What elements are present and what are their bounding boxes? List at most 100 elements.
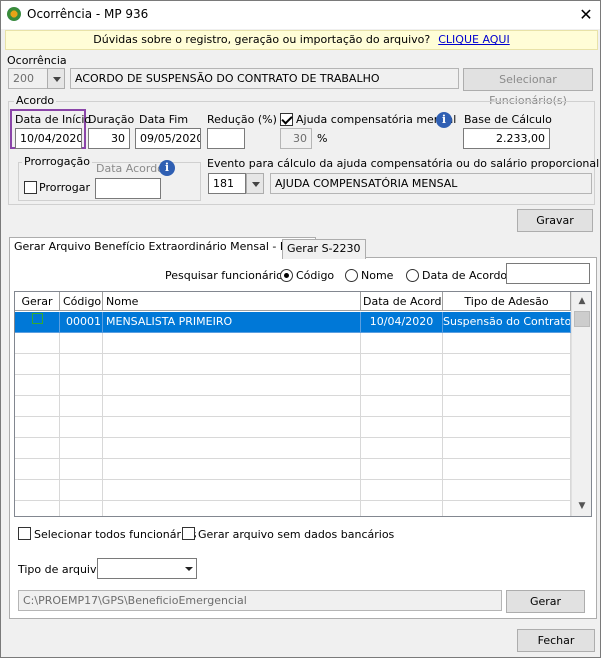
tab-s2230[interactable]: Gerar S-2230 xyxy=(282,239,366,259)
table-cell-empty xyxy=(15,375,60,396)
table-row-empty[interactable] xyxy=(15,375,571,396)
data-fim-label: Data Fim xyxy=(139,113,189,126)
table-cell-empty xyxy=(443,396,571,417)
search-by-name-radio[interactable] xyxy=(345,269,358,282)
data-inicio-label: Data de Início xyxy=(15,113,92,126)
table-row-empty[interactable] xyxy=(15,459,571,480)
gerar-button[interactable]: Gerar xyxy=(506,590,585,613)
table-cell-empty xyxy=(103,459,361,480)
table-row-empty[interactable] xyxy=(15,354,571,375)
ocorrencia-dropdown-button[interactable] xyxy=(47,68,65,89)
table-row[interactable]: 00001 MENSALISTA PRIMEIRO 10/04/2020 Sus… xyxy=(15,312,571,333)
search-by-date-radio[interactable] xyxy=(406,269,419,282)
table-cell-empty xyxy=(443,354,571,375)
table-row-empty[interactable] xyxy=(15,480,571,501)
ajuda-compensatoria-checkbox[interactable] xyxy=(280,113,293,126)
row-gerar-checkbox[interactable] xyxy=(32,313,43,324)
table-cell-empty xyxy=(361,375,443,396)
title-bar: Ocorrência - MP 936 ✕ xyxy=(1,1,600,29)
table-cell-empty xyxy=(443,501,571,516)
row-gerar-cell[interactable] xyxy=(15,312,60,333)
column-header-data-acordo[interactable]: Data de Acordo xyxy=(361,292,443,311)
table-vertical-scrollbar[interactable]: ▲ ▼ xyxy=(571,292,591,516)
table-cell-empty xyxy=(15,417,60,438)
search-by-date-label: Data de Acordo xyxy=(422,269,508,282)
ajuda-compensatoria-label: Ajuda compensatória mensal xyxy=(296,113,457,126)
scroll-up-icon[interactable]: ▲ xyxy=(574,293,590,309)
prorrogar-checkbox[interactable] xyxy=(24,181,37,194)
path-field: C:\PROEMP17\GPS\BeneficioEmergencial xyxy=(18,590,502,611)
search-input[interactable] xyxy=(506,263,590,284)
ajuda-percent-field[interactable]: 30 xyxy=(280,128,312,149)
table-cell-empty xyxy=(60,480,103,501)
duracao-field[interactable]: 30 xyxy=(88,128,130,149)
ocorrencia-description-field: ACORDO DE SUSPENSÃO DO CONTRATO DE TRABA… xyxy=(70,68,459,89)
banner-text: Dúvidas sobre o registro, geração ou imp… xyxy=(93,33,431,46)
reducao-label: Redução (%) xyxy=(207,113,277,126)
row-tipo-adesao-cell: Suspensão do Contrato xyxy=(443,312,571,333)
scroll-thumb[interactable] xyxy=(574,311,590,327)
fechar-button[interactable]: Fechar xyxy=(517,629,595,652)
table-cell-empty xyxy=(443,438,571,459)
table-cell-empty xyxy=(103,375,361,396)
select-all-checkbox[interactable] xyxy=(18,527,31,540)
data-fim-field[interactable]: 09/05/2020 xyxy=(135,128,201,149)
data-acordo-field[interactable] xyxy=(95,178,161,199)
search-by-code-label: Código xyxy=(296,269,335,282)
select-employees-button[interactable]: Selecionar Funcionário(s) xyxy=(463,68,593,107)
table-cell-empty xyxy=(103,396,361,417)
table-cell-empty xyxy=(443,375,571,396)
tipo-arquivo-chevron-down-icon[interactable] xyxy=(185,567,193,571)
search-label: Pesquisar funcionário xyxy=(165,269,283,282)
employees-table: Gerar Código Nome Data de Acordo Tipo de… xyxy=(14,291,592,517)
table-row-empty[interactable] xyxy=(15,396,571,417)
ocorrencia-label: Ocorrência xyxy=(7,54,67,67)
close-icon[interactable]: ✕ xyxy=(573,4,599,26)
search-by-code-radio[interactable] xyxy=(280,269,293,282)
column-header-nome[interactable]: Nome xyxy=(103,292,361,311)
column-header-tipo-adesao[interactable]: Tipo de Adesão xyxy=(443,292,571,311)
data-acordo-info-icon[interactable]: i xyxy=(159,160,175,176)
reducao-field[interactable] xyxy=(207,128,245,149)
ajuda-info-icon[interactable]: i xyxy=(436,112,452,128)
window-title: Ocorrência - MP 936 xyxy=(27,7,149,21)
table-cell-empty xyxy=(103,438,361,459)
scroll-down-icon[interactable]: ▼ xyxy=(574,498,590,514)
evento-code-field[interactable]: 181 xyxy=(208,173,246,194)
table-cell-empty xyxy=(15,459,60,480)
table-cell-empty xyxy=(103,501,361,516)
row-nome-cell: MENSALISTA PRIMEIRO xyxy=(103,312,361,333)
base-calculo-label: Base de Cálculo xyxy=(464,113,552,126)
gravar-button[interactable]: Gravar xyxy=(517,209,593,232)
table-cell-empty xyxy=(60,396,103,417)
table-cell-empty xyxy=(60,417,103,438)
help-link[interactable]: CLIQUE AQUI xyxy=(438,33,510,46)
no-bank-data-checkbox[interactable] xyxy=(182,527,195,540)
evento-dropdown-button[interactable] xyxy=(246,173,264,194)
tipo-arquivo-select[interactable] xyxy=(97,558,197,579)
table-row-empty[interactable] xyxy=(15,438,571,459)
table-row-empty[interactable] xyxy=(15,417,571,438)
table-cell-empty xyxy=(103,333,361,354)
table-cell-empty xyxy=(60,438,103,459)
evento-description-field: AJUDA COMPENSATÓRIA MENSAL xyxy=(270,173,592,194)
ocorrencia-code-field[interactable]: 200 xyxy=(8,68,48,89)
evento-label: Evento para cálculo da ajuda compensatór… xyxy=(207,157,600,170)
column-header-gerar[interactable]: Gerar xyxy=(15,292,60,311)
table-cell-empty xyxy=(361,396,443,417)
search-by-name-label: Nome xyxy=(361,269,394,282)
table-cell-empty xyxy=(60,333,103,354)
table-cell-empty xyxy=(15,438,60,459)
table-cell-empty xyxy=(15,354,60,375)
table-cell-empty xyxy=(15,501,60,516)
base-calculo-field[interactable]: 2.233,00 xyxy=(463,128,550,149)
acordo-group-title: Acordo xyxy=(14,94,57,107)
tab-bem[interactable]: Gerar Arquivo Benefício Extraordinário M… xyxy=(9,237,316,259)
table-row-empty[interactable] xyxy=(15,501,571,516)
table-cell-empty xyxy=(361,333,443,354)
data-inicio-field[interactable]: 10/04/2020 xyxy=(15,128,82,149)
column-header-codigo[interactable]: Código xyxy=(60,292,103,311)
table-row-empty[interactable] xyxy=(15,333,571,354)
app-icon xyxy=(7,7,21,21)
prorrogar-label: Prorrogar xyxy=(39,181,91,194)
